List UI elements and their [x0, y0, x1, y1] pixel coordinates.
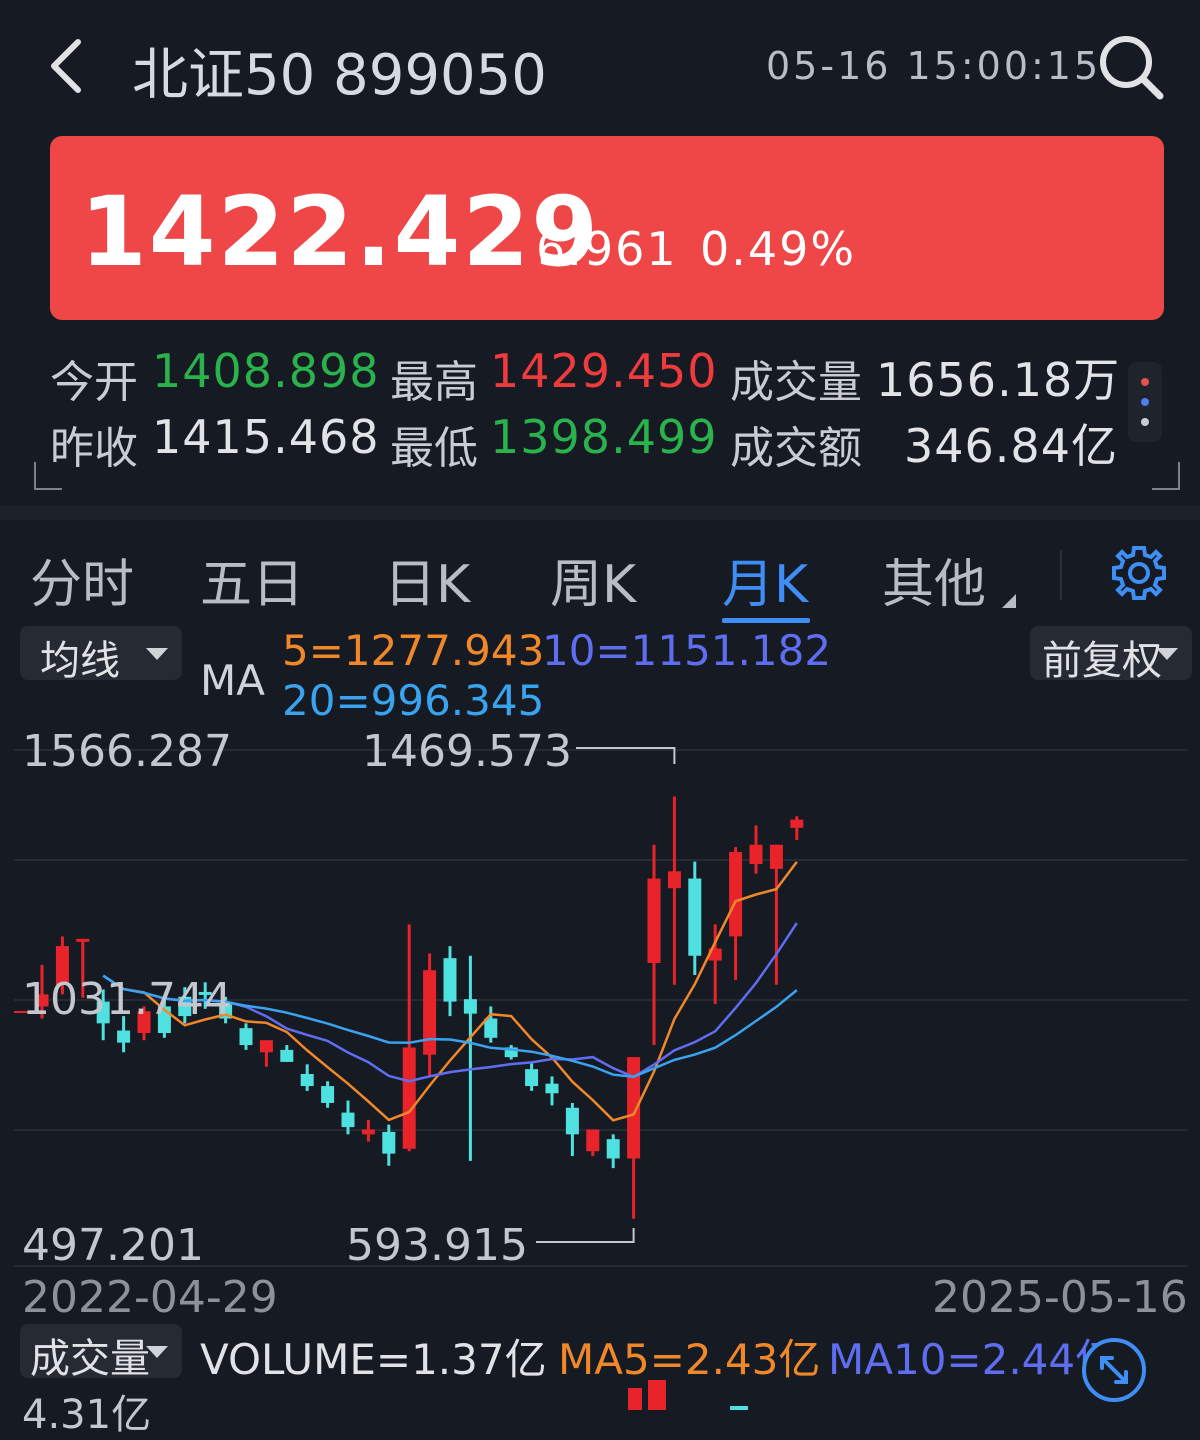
- back-arrow-icon[interactable]: [44, 36, 88, 96]
- candle-body: [443, 958, 457, 1002]
- candle-body: [545, 1083, 559, 1094]
- candle-body: [321, 1086, 335, 1103]
- last-price: 1422.429: [80, 176, 601, 288]
- volume-ma5-text: MA5=2.43亿: [558, 1335, 821, 1384]
- high-value: 1429.450: [490, 344, 718, 398]
- amount-label: 成交额: [730, 423, 862, 474]
- price-change-percent: 0.49%: [700, 222, 857, 276]
- prev-close-value: 1415.468: [152, 410, 380, 464]
- high-marker-label: 1469.573: [362, 726, 572, 777]
- tab-weekly-k[interactable]: 周K: [550, 542, 636, 617]
- candle-body: [790, 819, 804, 828]
- candle-body: [280, 1049, 294, 1062]
- volume-bar: [648, 1380, 666, 1410]
- volume-axis-max-label: 4.31亿: [22, 1392, 152, 1438]
- candle-body: [76, 938, 90, 942]
- candle-body: [341, 1112, 355, 1128]
- chevron-down-icon: [146, 1346, 168, 1358]
- candle-body: [259, 1040, 273, 1053]
- y-axis-top-label: 1566.287: [22, 726, 232, 777]
- update-time: 05-16 15:00:15: [766, 44, 1102, 88]
- candle-body: [769, 844, 783, 869]
- candle-body: [382, 1131, 396, 1154]
- volume-ma10-text: MA10=2.44亿: [828, 1335, 1118, 1384]
- candle-body: [667, 871, 681, 889]
- low-label: 最低: [390, 423, 478, 474]
- volume-label: 成交量: [730, 357, 862, 408]
- tab-other[interactable]: 其他: [882, 542, 986, 617]
- low-marker-label: 593.915: [346, 1220, 528, 1271]
- more-dots-icon[interactable]: [1128, 362, 1162, 442]
- page-title: 北证50 899050: [132, 43, 547, 108]
- candle-body: [423, 970, 437, 1055]
- tab-intraday[interactable]: 分时: [30, 542, 134, 617]
- y-axis-bottom-label: 497.201: [22, 1220, 204, 1271]
- candle-body: [606, 1139, 620, 1159]
- open-label: 今开: [50, 357, 138, 408]
- high-label: 最高: [390, 357, 478, 408]
- candle-body: [688, 878, 702, 956]
- amount-value: 346.84亿: [904, 419, 1118, 473]
- candle-body: [300, 1074, 314, 1087]
- section-divider: [0, 506, 1200, 520]
- candle-body: [729, 851, 743, 937]
- volume-value: 1656.18万: [876, 353, 1121, 407]
- candle-body: [402, 1047, 416, 1149]
- kline-chart[interactable]: [0, 620, 1200, 1320]
- collapse-corner-right-icon: [1152, 462, 1180, 490]
- candle-body: [647, 878, 661, 963]
- price-change: 6.961: [536, 222, 678, 276]
- volume-bar: [730, 1406, 748, 1410]
- prev-close-label: 昨收: [50, 423, 138, 474]
- candle-body: [239, 1028, 253, 1046]
- candle-body: [749, 844, 763, 865]
- candle-body: [586, 1129, 600, 1152]
- candle-body: [484, 1018, 498, 1038]
- expand-icon[interactable]: [1080, 1336, 1148, 1404]
- tab-other-corner-icon: [1002, 594, 1016, 608]
- tab-daily-k[interactable]: 日K: [384, 542, 470, 617]
- volume-bar: [628, 1388, 642, 1410]
- volume-bars: [628, 1380, 748, 1410]
- candle-body: [361, 1129, 375, 1135]
- x-axis-start-date: 2022-04-29: [22, 1272, 278, 1323]
- candle-body: [463, 999, 477, 1014]
- tab-five-day[interactable]: 五日: [200, 542, 304, 617]
- tab-divider: [1060, 550, 1062, 600]
- tab-monthly-k[interactable]: 月K: [722, 542, 808, 617]
- open-value: 1408.898: [152, 344, 380, 398]
- gear-icon[interactable]: [1110, 544, 1168, 602]
- candle-body: [525, 1069, 539, 1087]
- search-icon[interactable]: [1096, 32, 1166, 102]
- x-axis-end-date: 2025-05-16: [932, 1272, 1188, 1323]
- low-marker-line: [536, 1228, 635, 1243]
- candle-body: [117, 1030, 131, 1043]
- low-value: 1398.499: [490, 410, 718, 464]
- y-axis-mid-label: 1031.744: [22, 974, 232, 1025]
- candle-body: [565, 1107, 579, 1135]
- volume-value-text: VOLUME=1.37亿: [200, 1335, 547, 1384]
- volume-indicator-dropdown-label: 成交量: [30, 1336, 150, 1382]
- collapse-corner-left-icon: [34, 462, 62, 490]
